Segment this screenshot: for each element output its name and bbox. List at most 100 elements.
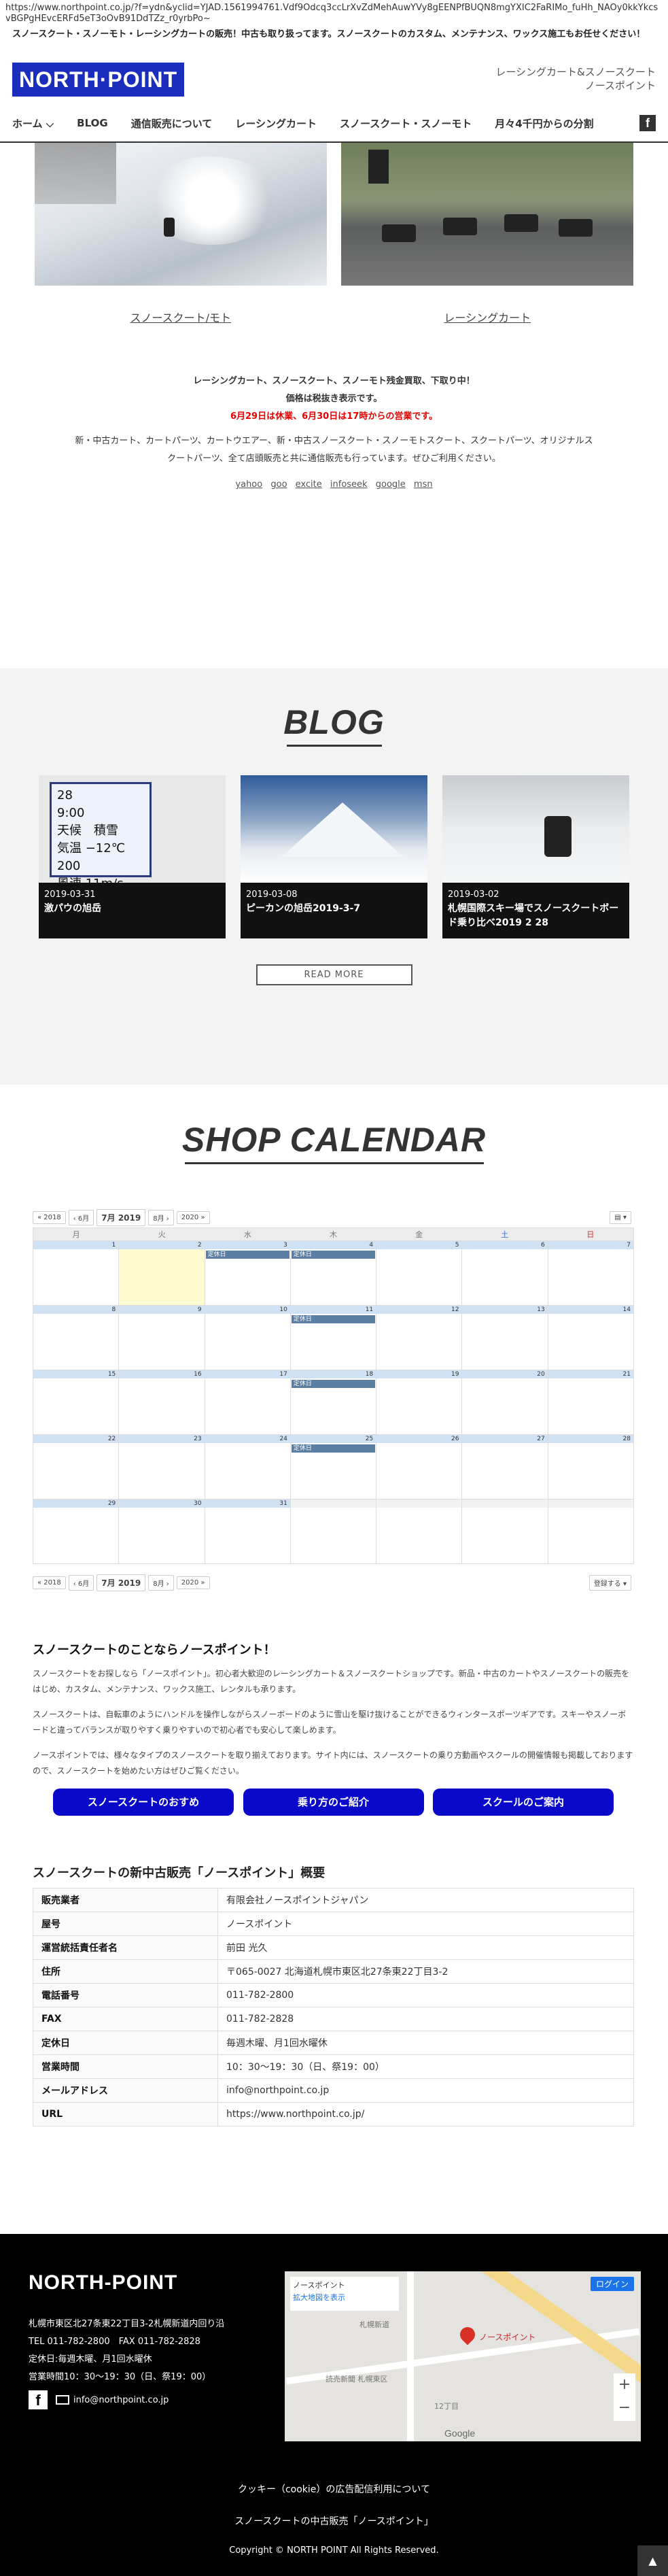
calendar-day[interactable]: 20: [462, 1370, 548, 1435]
blog-card-date: 2019-03-31: [44, 889, 96, 900]
recommend-button[interactable]: スノースクートのおすめ: [53, 1789, 234, 1816]
blog-card[interactable]: 2019-03-02 札幌国際スキー場でスノースクートボード乗り比べ2019 2…: [442, 775, 629, 938]
calendar-day[interactable]: 22: [33, 1435, 120, 1499]
map-login-button[interactable]: ログイン: [590, 2277, 634, 2291]
footer-email[interactable]: info@northpoint.co.jp: [73, 2395, 169, 2405]
calendar-day[interactable]: 17: [205, 1370, 291, 1435]
facebook-icon[interactable]: f: [639, 115, 656, 131]
link-goo[interactable]: goo: [270, 479, 287, 490]
about-paragraph: スノースクートは、自転車のようにハンドルを操作しながらスノーボードのように雪山を…: [33, 1710, 627, 1735]
snowscoot-photo[interactable]: [34, 143, 327, 286]
link-excite[interactable]: excite: [296, 479, 322, 490]
next-year-button[interactable]: 2020 »: [176, 1210, 210, 1224]
current-month-button[interactable]: 7月 2019: [96, 1574, 146, 1591]
map-zoom-control[interactable]: + −: [614, 2373, 635, 2421]
row-value[interactable]: info@northpoint.co.jp: [217, 2078, 634, 2103]
nav-item-installment[interactable]: 月々4千円からの分割: [495, 116, 593, 131]
read-more-button[interactable]: READ MORE: [256, 964, 412, 985]
calendar-day[interactable]: 31: [205, 1499, 291, 1564]
closed-day-event[interactable]: 定休日: [291, 1315, 376, 1323]
closed-day-event[interactable]: 定休日: [291, 1251, 376, 1259]
calendar-day[interactable]: 4 定休日: [290, 1241, 377, 1306]
calendar-day[interactable]: 2: [119, 1241, 205, 1306]
row-key: 営業時間: [33, 2054, 218, 2079]
calendar-day[interactable]: 6: [462, 1241, 548, 1306]
calendar-day[interactable]: 9: [119, 1306, 205, 1370]
row-value[interactable]: https://www.northpoint.co.jp/: [217, 2102, 634, 2126]
calendar-day[interactable]: 25 定休日: [290, 1435, 377, 1499]
day-number: 2: [119, 1241, 205, 1249]
table-row: メールアドレス info@northpoint.co.jp: [33, 2078, 634, 2103]
calendar-day[interactable]: 8: [33, 1306, 120, 1370]
prev-month-button[interactable]: ‹ 6月: [68, 1209, 94, 1225]
link-msn[interactable]: msn: [414, 479, 433, 490]
calendar-day[interactable]: 1: [33, 1241, 120, 1306]
blog-card[interactable]: 28 9:00 天候 積雪 気温 −12℃ 200 風速 11m/s 2019-…: [39, 775, 226, 938]
calendar-day[interactable]: 3 定休日: [205, 1241, 291, 1306]
calendar-day[interactable]: 30: [119, 1499, 205, 1564]
subscribe-button[interactable]: 登録する ▾: [588, 1574, 631, 1591]
calendar-footer: « 2018 ‹ 6月 7月 2019 8月 › 2020 » 登録する ▾: [33, 1572, 634, 1593]
nav-item-mail-order[interactable]: 通信販売について: [131, 116, 213, 131]
google-map[interactable]: ノースポイント 拡大地図を表示 ログイン 札幌新道 読売新聞 札幌東区 12丁目…: [285, 2271, 641, 2441]
map-pin-icon[interactable]: [457, 2324, 478, 2345]
calendar-day[interactable]: 10: [205, 1306, 291, 1370]
next-year-button[interactable]: 2020 »: [176, 1576, 210, 1589]
hero-section: スノースクート/モト レーシングカート: [0, 143, 668, 325]
footer-logo[interactable]: NORTH-POINT: [29, 2271, 177, 2294]
calendar-day[interactable]: 14: [548, 1306, 634, 1370]
about-paragraph: スノースクートをお探しなら「ノースポイント」。初心者大歓迎のレーシングカート＆ス…: [33, 1669, 630, 1694]
calendar-day[interactable]: 18 定休日: [290, 1370, 377, 1435]
nav-item-blog[interactable]: BLOG: [77, 117, 108, 129]
day-number: 25: [290, 1435, 376, 1443]
table-row: 販売業者 有限会社ノースポイントジャパン: [33, 1888, 634, 1912]
closed-day-event[interactable]: 定休日: [291, 1444, 376, 1453]
closed-day-event[interactable]: 定休日: [291, 1380, 376, 1388]
cookie-link[interactable]: クッキー（cookie）の広告配信利用について: [0, 2482, 668, 2496]
used-sales-link[interactable]: スノースクートの中古販売「ノースポイント」: [0, 2514, 668, 2528]
calendar-day[interactable]: 28: [548, 1435, 634, 1499]
racing-kart-link[interactable]: レーシングカート: [341, 309, 633, 325]
calendar-day[interactable]: 7: [548, 1241, 634, 1306]
calendar-day[interactable]: 12: [376, 1306, 463, 1370]
how-to-ride-button[interactable]: 乗り方のご紹介: [243, 1789, 424, 1816]
calendar-day[interactable]: 21: [548, 1370, 634, 1435]
link-yahoo[interactable]: yahoo: [235, 479, 262, 490]
nav-item-home[interactable]: ホーム ⌵: [12, 116, 54, 131]
prev-year-button[interactable]: « 2018: [33, 1576, 66, 1589]
next-month-button[interactable]: 8月 ›: [148, 1209, 174, 1225]
calendar-day[interactable]: 27: [462, 1435, 548, 1499]
calendar-day[interactable]: 24: [205, 1435, 291, 1499]
calendar-day[interactable]: 5: [376, 1241, 463, 1306]
calendar-day[interactable]: 23: [119, 1435, 205, 1499]
calendar-day[interactable]: 11 定休日: [290, 1306, 377, 1370]
map-place-name: ノースポイント: [293, 2281, 345, 2290]
calendar-day[interactable]: 13: [462, 1306, 548, 1370]
nav-item-snowscoot[interactable]: スノースクート・スノーモト: [340, 116, 472, 131]
calendar-day[interactable]: 19: [376, 1370, 463, 1435]
map-enlarge-link[interactable]: 拡大地図を表示: [293, 2292, 396, 2304]
link-infoseek[interactable]: infoseek: [330, 479, 368, 490]
facebook-icon[interactable]: f: [29, 2390, 48, 2409]
school-button[interactable]: スクールのご案内: [433, 1789, 614, 1816]
calendar-day[interactable]: 29: [33, 1499, 120, 1564]
kart-photo[interactable]: [341, 143, 634, 286]
scroll-top-icon[interactable]: ▲: [637, 2545, 668, 2576]
prev-month-button[interactable]: ‹ 6月: [68, 1574, 94, 1591]
snowscoot-link[interactable]: スノースクート/モト: [35, 309, 327, 325]
prev-year-button[interactable]: « 2018: [33, 1210, 66, 1224]
closed-day-event[interactable]: 定休日: [205, 1251, 289, 1259]
current-month-button[interactable]: 7月 2019: [96, 1208, 146, 1226]
blog-card-date: 2019-03-02: [448, 889, 499, 900]
nav-item-racing-kart[interactable]: レーシングカート: [235, 116, 317, 131]
calendar-day[interactable]: 16: [119, 1370, 205, 1435]
calendar-day[interactable]: 15: [33, 1370, 120, 1435]
day-number: 29: [33, 1499, 119, 1508]
next-month-button[interactable]: 8月 ›: [148, 1574, 174, 1591]
calendar-day[interactable]: 26: [376, 1435, 463, 1499]
view-switch-icon[interactable]: ▤ ▾: [610, 1210, 631, 1224]
day-number: 26: [376, 1435, 462, 1443]
blog-card[interactable]: 2019-03-08 ピーカンの旭岳2019-3-7: [241, 775, 427, 938]
link-google[interactable]: google: [376, 479, 406, 490]
site-logo[interactable]: NORTH·POINT: [12, 63, 185, 97]
